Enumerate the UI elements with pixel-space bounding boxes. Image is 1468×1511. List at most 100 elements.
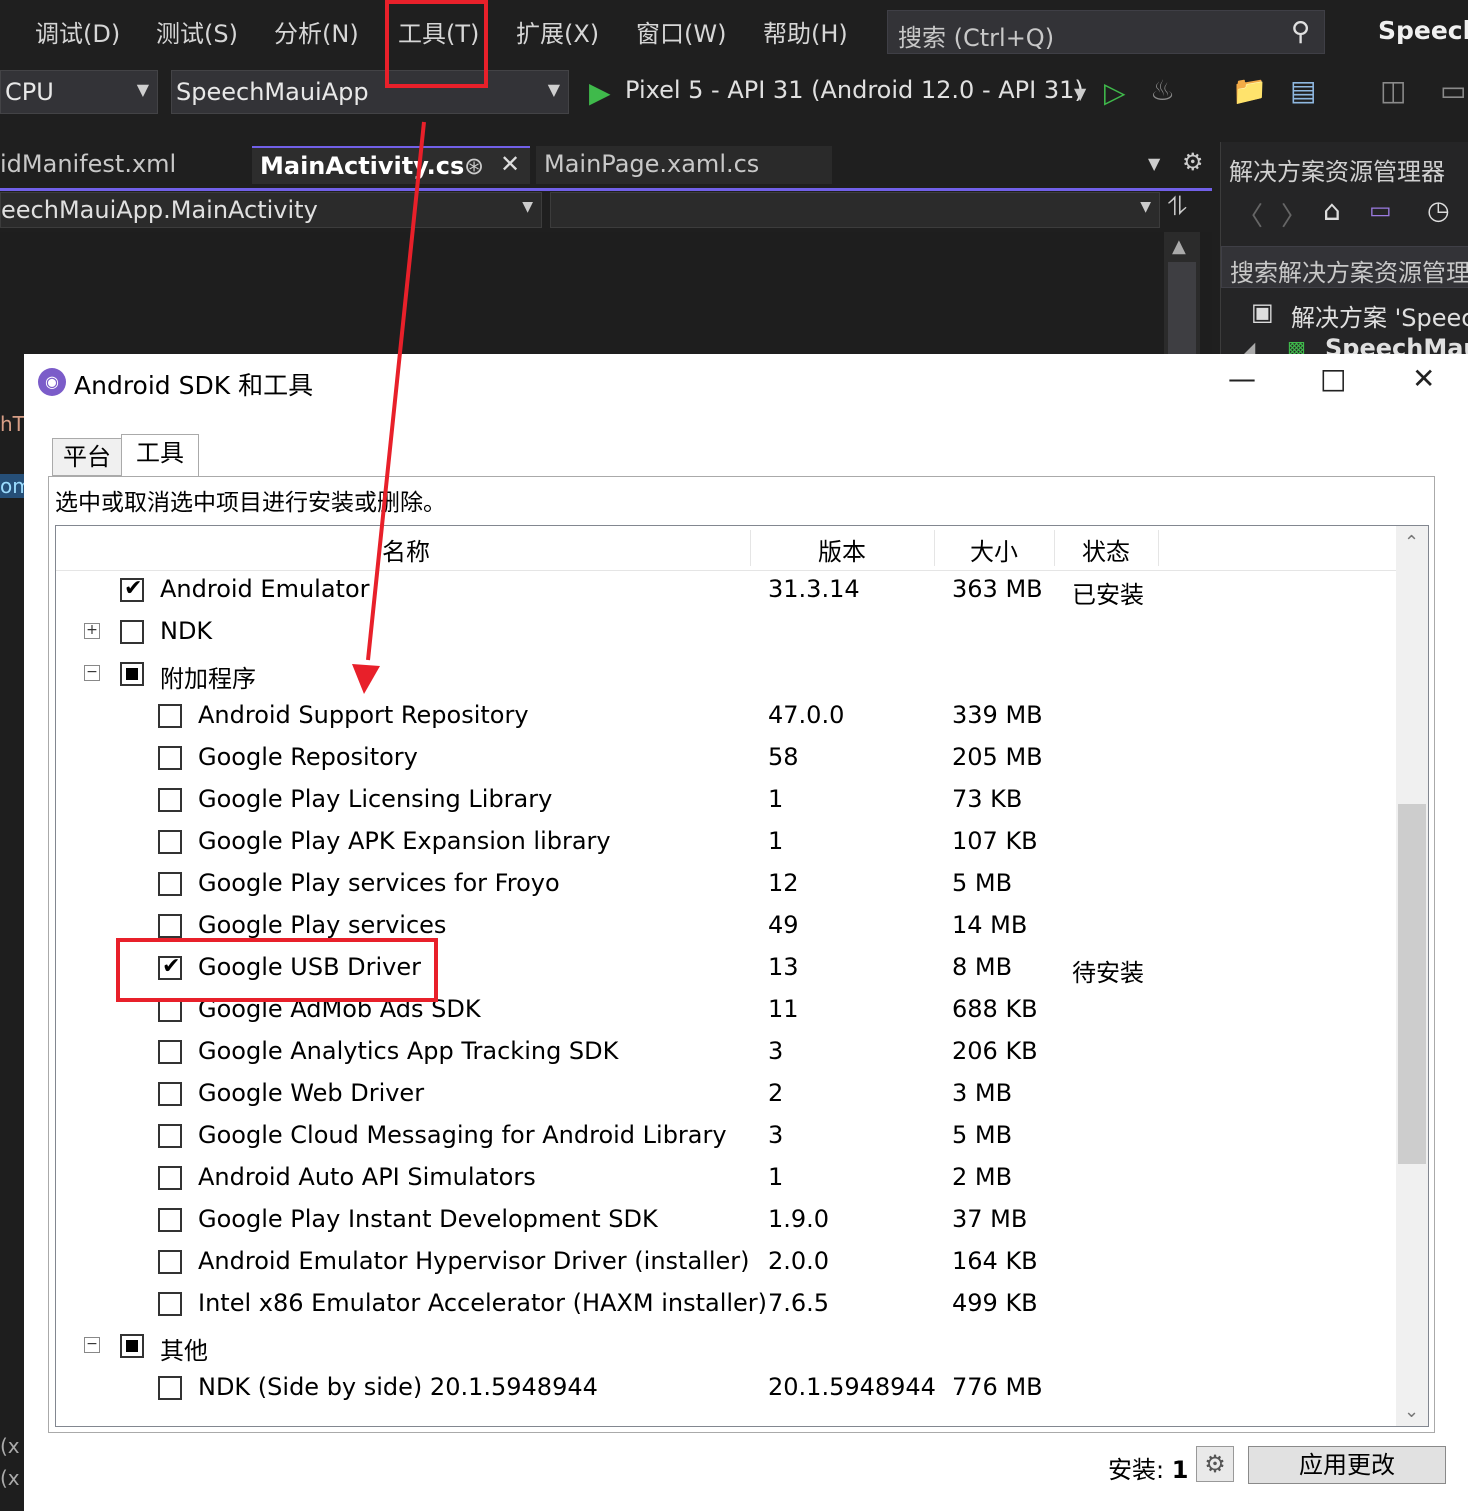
item-checkbox[interactable] [120,662,144,686]
list-item[interactable]: Intel x86 Emulator Accelerator (HAXM ins… [56,1284,1396,1326]
vs-icon[interactable]: ▭ [1369,196,1392,224]
item-checkbox[interactable] [158,788,182,812]
menu-test[interactable]: 测试(S) [156,14,238,49]
scroll-down-icon[interactable]: ⌄ [1404,1401,1419,1422]
split-icon[interactable]: ⥮ [1168,192,1187,223]
folder-icon[interactable]: 📁 [1232,74,1267,107]
list-item[interactable]: Google USB Driver 13 8 MB 待安装 [56,948,1396,990]
list-item[interactable]: Android Emulator 31.3.14 363 MB 已安装 [56,570,1396,612]
minimize-icon[interactable]: — [1228,362,1256,395]
item-checkbox[interactable] [158,954,182,980]
maximize-icon[interactable]: □ [1320,362,1346,395]
gear-icon[interactable]: ⚙ [1182,148,1204,176]
item-checkbox[interactable] [158,872,182,896]
tab-mainpage[interactable]: MainPage.xaml.cs [536,146,832,184]
run-icon[interactable]: ▶ [589,76,611,109]
tab-platform[interactable]: 平台 [52,438,122,476]
forward-icon[interactable]: 〉 [1281,196,1307,233]
tools-list[interactable]: 名称 版本 大小 状态 Android Emulator 31.3.14 363 M… [55,525,1429,1427]
list-item[interactable]: Google Play services 49 14 MB [56,906,1396,948]
solution-search-input[interactable]: 搜索解决方案资源管理 [1221,246,1468,288]
item-checkbox[interactable] [120,1334,144,1358]
device-icon[interactable]: ▭ [1440,74,1466,107]
list-item[interactable]: Google AdMob Ads SDK 11 688 KB [56,990,1396,1032]
menu-help[interactable]: 帮助(H) [763,14,848,49]
item-checkbox[interactable] [158,1124,182,1148]
editor-scrollbar[interactable]: ▲ [1164,232,1200,354]
settings-button[interactable]: ⚙ [1196,1446,1234,1482]
column-name[interactable]: 名称 [382,532,430,567]
close-icon[interactable]: ✕ [500,150,520,178]
history-icon[interactable]: ◷ [1427,196,1450,226]
item-checkbox[interactable] [158,998,182,1022]
tab-manifest[interactable]: idManifest.xml [0,146,248,188]
item-checkbox[interactable] [158,1250,182,1274]
item-checkbox[interactable] [158,1292,182,1316]
list-item[interactable]: Android Emulator Hypervisor Driver (inst… [56,1242,1396,1284]
scroll-thumb[interactable] [1398,804,1426,1164]
item-checkbox[interactable] [158,1376,182,1400]
scroll-up-icon[interactable]: ▲ [1172,236,1186,257]
item-checkbox[interactable] [158,1166,182,1190]
list-item[interactable]: Google Cloud Messaging for Android Libra… [56,1116,1396,1158]
list-item[interactable]: Google Play Instant Development SDK 1.9.0… [56,1200,1396,1242]
scroll-up-icon[interactable]: ⌃ [1404,532,1419,553]
menu-debug[interactable]: 调试(D) [35,14,120,49]
chevron-down-icon[interactable]: ▼ [1148,154,1160,173]
list-item[interactable]: Google Repository 58 205 MB [56,738,1396,780]
item-checkbox[interactable] [158,704,182,728]
list-item[interactable]: Google Analytics App Tracking SDK 3 206 KB [56,1032,1396,1074]
column-version[interactable]: 版本 [818,532,866,567]
list-item[interactable]: NDK (Side by side) 20.1.5948944 20.1.5948… [56,1368,1396,1410]
item-checkbox[interactable] [158,1082,182,1106]
column-size[interactable]: 大小 [970,532,1018,567]
collapse-icon[interactable]: − [84,665,100,681]
layout-icon[interactable]: ◫ [1380,74,1406,107]
menu-window[interactable]: 窗口(W) [636,14,726,49]
close-icon[interactable]: ✕ [1412,362,1435,395]
list-item[interactable]: − 附加程序 [56,654,1396,696]
item-checkbox[interactable] [158,830,182,854]
tab-tools[interactable]: 工具 [121,434,199,476]
item-checkbox[interactable] [120,620,144,644]
apply-changes-button[interactable]: 应用更改 [1248,1446,1446,1484]
home-icon[interactable]: ⌂ [1323,194,1341,227]
back-icon[interactable]: 〈 [1237,196,1263,233]
collapse-icon[interactable]: − [84,1337,100,1353]
member-select[interactable]: ▼ [550,192,1160,228]
menu-analyze[interactable]: 分析(N) [274,14,359,49]
pin-icon[interactable]: ⊛ [464,152,484,180]
item-checkbox[interactable] [158,914,182,938]
device-select[interactable]: Pixel 5 - API 31 (Android 12.0 - API 31) [625,76,1084,104]
expand-icon[interactable]: + [84,623,100,639]
column-status[interactable]: 状态 [1082,532,1130,567]
item-checkbox[interactable] [158,746,182,770]
chevron-down-icon[interactable]: ▼ [1074,84,1086,103]
list-item[interactable]: + NDK [56,612,1396,654]
item-checkbox[interactable] [158,1208,182,1232]
scroll-thumb[interactable] [1168,262,1196,354]
menu-tools[interactable]: 工具(T) [398,14,479,49]
startup-project-select[interactable]: SpeechMauiApp ▼ [171,70,569,114]
search-input[interactable]: 搜索 (Ctrl+Q) ⚲ [887,10,1325,54]
menu-extensions[interactable]: 扩展(X) [516,14,599,49]
item-checkbox[interactable] [158,1040,182,1064]
list-item[interactable]: Google Play APK Expansion library 1 107 KB [56,822,1396,864]
hot-reload-icon[interactable]: ♨ [1150,74,1175,107]
list-item[interactable]: Google Play services for Froyo 12 5 MB [56,864,1396,906]
tab-mainactivity[interactable]: MainActivity.cs ⊛ ✕ [252,146,530,184]
platform-select[interactable]: CPU ▼ [0,70,158,114]
solution-node[interactable]: 解决方案 'Speec [1291,298,1468,333]
list-item[interactable]: Google Play Licensing Library 1 73 KB [56,780,1396,822]
browser-icon[interactable]: ▤ [1290,74,1316,107]
item-checkbox[interactable] [120,576,144,602]
code-editor[interactable] [0,232,1212,354]
run-without-debug-icon[interactable]: ▷ [1104,76,1126,109]
list-item[interactable]: Google Web Driver 2 3 MB [56,1074,1396,1116]
list-item[interactable]: Android Auto API Simulators 1 2 MB [56,1158,1396,1200]
list-scrollbar[interactable]: ⌃ ⌄ [1396,526,1428,1426]
type-select[interactable]: eechMauiApp.MainActivity ▼ [0,192,542,228]
list-item[interactable]: Android Support Repository 47.0.0 339 MB [56,696,1396,738]
list-item[interactable]: − 其他 [56,1326,1396,1368]
gear-icon: ⚙ [1204,1450,1226,1478]
